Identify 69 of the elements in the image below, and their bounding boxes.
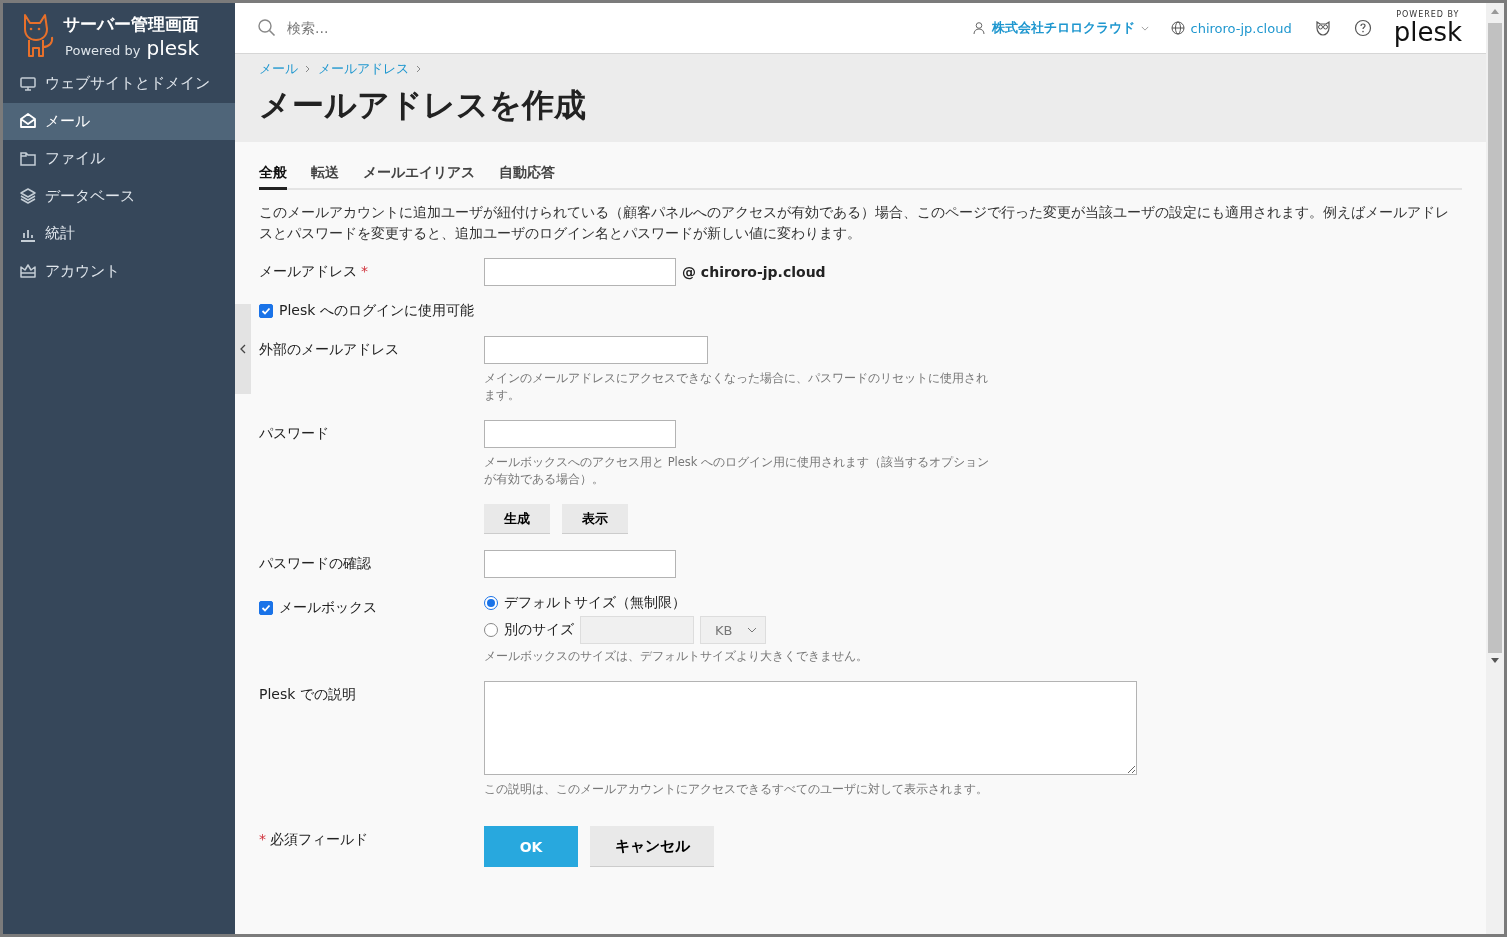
- collapse-handle[interactable]: [235, 304, 251, 394]
- sidebar-item[interactable]: データベース: [3, 177, 235, 215]
- field-hint: メールボックスのサイズは、デフォルトサイズより大きくできません。: [484, 648, 869, 665]
- monitor-icon: [19, 74, 37, 93]
- secondary-button[interactable]: 表示: [562, 504, 628, 534]
- size-input[interactable]: [580, 616, 694, 644]
- scrollbar[interactable]: [1486, 3, 1504, 934]
- unit-dropdown[interactable]: KB: [700, 616, 766, 644]
- envelope-icon: [19, 112, 37, 131]
- field-label: パスワード: [259, 425, 329, 443]
- radio-label: デフォルトサイズ（無制限）: [504, 594, 686, 612]
- checkbox[interactable]: [259, 304, 273, 318]
- field-label: メールアドレス: [259, 263, 357, 281]
- radio-button[interactable]: [484, 596, 498, 610]
- sidebar-item[interactable]: 統計: [3, 215, 235, 253]
- powered-by-text: Powered by: [65, 42, 141, 58]
- radio-button[interactable]: [484, 623, 498, 637]
- sidebar-item[interactable]: アカウント: [3, 252, 235, 290]
- intro-text: このメールアカウントに追加ユーザが紐付けられている（顧客パネルへのアクセスが有効である）場合、このページで行った変更が当該ユーザの設定にも適用されます。例えばメールアドレスとパスワードを変更すると、追加ユーザのログイン名とパスワードが新しい値に変わります。: [259, 203, 1450, 243]
- secondary-button[interactable]: 生成: [484, 504, 550, 534]
- field-label: Plesk での説明: [259, 686, 356, 704]
- sidebar-item[interactable]: ウェブサイトとドメイン: [3, 65, 235, 103]
- required-note: 必須フィールド: [270, 831, 368, 849]
- required-mark: *: [361, 263, 368, 281]
- checkbox[interactable]: [259, 601, 273, 615]
- sidebar-item[interactable]: メール: [3, 102, 235, 140]
- field-hint: メールボックスへのアクセス用と Plesk へのログイン用に使用されます（該当するオプションが有効である場合）。: [484, 454, 991, 488]
- brand-wordmark: plesk: [146, 35, 199, 60]
- input-field[interactable]: [484, 258, 676, 286]
- search-field[interactable]: 検索...: [285, 19, 589, 37]
- checkbox-label: メールボックス: [279, 599, 377, 617]
- crown-icon: [19, 262, 37, 281]
- help-icon[interactable]: [1353, 19, 1372, 37]
- field-label: 外部のメールアドレス: [259, 341, 399, 359]
- domain-suffix: @ chiroro-jp.cloud: [682, 264, 826, 280]
- brand-wordmark: plesk: [1393, 19, 1462, 45]
- sidebar-item[interactable]: ファイル: [3, 140, 235, 178]
- radio-label: 別のサイズ: [504, 621, 574, 639]
- caret-icon: [747, 627, 757, 633]
- field-label: パスワードの確認: [259, 555, 371, 573]
- required-mark: *: [259, 831, 266, 849]
- field-hint: この説明は、このメールアカウントにアクセスできるすべてのユーザに対して表示されます。: [484, 781, 989, 798]
- powered-by-text: POWERED BY: [1396, 11, 1460, 19]
- scroll-up-icon[interactable]: [1490, 7, 1500, 15]
- folder-icon: [19, 149, 37, 168]
- scroll-down-icon[interactable]: [1490, 657, 1500, 665]
- chevron-icon: [304, 65, 312, 73]
- owl-icon[interactable]: [1313, 19, 1332, 37]
- chevron-icon: [415, 65, 423, 73]
- tab[interactable]: 全般: [259, 160, 287, 190]
- input-field[interactable]: [484, 336, 708, 364]
- tab[interactable]: メールエイリアス: [363, 160, 475, 190]
- input-field[interactable]: [484, 420, 676, 448]
- cancel-button[interactable]: キャンセル: [590, 826, 714, 867]
- tab[interactable]: 転送: [311, 160, 339, 190]
- user-icon: [971, 21, 986, 35]
- checkmark-icon: [261, 603, 271, 613]
- field-hint: メインのメールアドレスにアクセスできなくなった場合に、パスワードのリセットに使用されます。: [484, 370, 989, 404]
- caret-icon: [1140, 25, 1149, 31]
- checkmark-icon: [261, 306, 271, 316]
- page-title: メールアドレスを作成: [259, 85, 587, 126]
- layers-icon: [19, 187, 37, 206]
- input-field[interactable]: [484, 550, 676, 578]
- tab[interactable]: 自動応答: [499, 160, 555, 190]
- description-field[interactable]: [484, 681, 1137, 775]
- search-icon: [257, 18, 277, 38]
- globe-icon: [1170, 21, 1185, 35]
- checkbox-label: Plesk へのログインに使用可能: [279, 302, 474, 320]
- logo-title: サーバー管理画面: [63, 12, 199, 36]
